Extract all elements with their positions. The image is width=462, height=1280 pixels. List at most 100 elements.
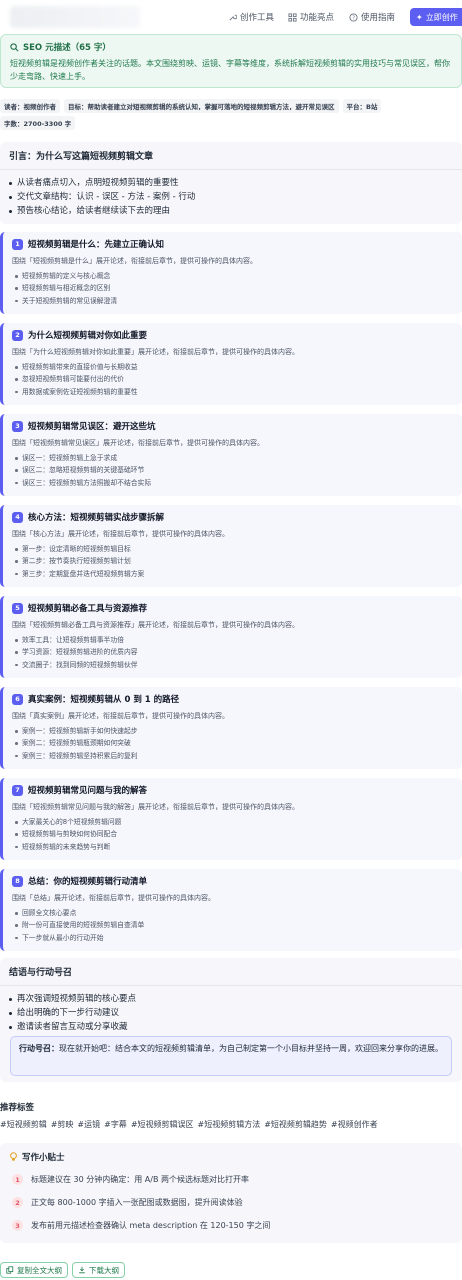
tip-item: 1 标题建议在 30 分钟内确定：用 A/B 两个候选标题对比打开率 bbox=[12, 1174, 249, 1185]
tag[interactable]: #短视频剪辑误区 bbox=[131, 1119, 194, 1130]
list-item: 效率工具：让短视频剪辑事半功倍 bbox=[15, 634, 453, 646]
meta-platform: 平台：B站 bbox=[342, 99, 382, 113]
copy-outline-button[interactable]: 复制全文大纲 bbox=[0, 1262, 68, 1278]
wrench-icon bbox=[229, 14, 237, 21]
list-item: 误区二：忽略短视频剪辑的关键基础环节 bbox=[15, 464, 453, 476]
section-description: 围绕「为什么短视频剪辑对你如此重要」展开论述，衔接前后章节，提供可操作的具体内容… bbox=[12, 348, 299, 356]
sparkle-icon: ✦ bbox=[416, 12, 423, 22]
divider bbox=[0, 985, 462, 986]
tag[interactable]: #字幕 bbox=[104, 1119, 127, 1130]
list-item: 再次强调短视频剪辑的核心要点 bbox=[9, 992, 462, 1006]
nav-guide[interactable]: ? 使用指南 bbox=[349, 11, 395, 23]
tip-text: 发布前用元描述检查器确认 meta description 在 120-150 … bbox=[31, 1221, 271, 1230]
list-item: 回顾全文核心要点 bbox=[15, 907, 453, 919]
section-points: 案例一：短视频剪辑新手如何快速起步 案例二：短视频剪辑瓶颈期如何突破 案例三：短… bbox=[12, 725, 453, 762]
cta-label: 行动号召： bbox=[19, 1044, 59, 1053]
section-description: 围绕「短视频剪辑常见问题与我的解答」展开论述，衔接前后章节，提供可操作的具体内容… bbox=[12, 803, 299, 811]
section-number-badge: 4 bbox=[12, 511, 23, 523]
list-item: 邀请读者留言互动或分享收藏 bbox=[9, 1020, 462, 1034]
list-item: 第三步：定期复盘并迭代短视频剪辑方案 bbox=[15, 568, 453, 580]
list-item: 用数据或案例佐证短视频剪辑的重要性 bbox=[15, 386, 453, 398]
list-item: 下一步就从最小的行动开始 bbox=[15, 932, 453, 944]
tip-number-badge: 1 bbox=[12, 1174, 23, 1185]
create-now-button[interactable]: ✦ 立即创作 bbox=[410, 8, 462, 26]
seo-header: SEO 元描述（65 字） bbox=[10, 41, 452, 53]
section-title: 核心方法：短视频剪辑实战步骤拆解 bbox=[28, 513, 165, 523]
tip-number-badge: 2 bbox=[12, 1197, 23, 1208]
nav-tools[interactable]: 创作工具 bbox=[228, 11, 274, 23]
section-title: 短视频剪辑常见误区：避开这些坑 bbox=[28, 422, 156, 432]
section-number-badge: 1 bbox=[12, 238, 23, 250]
list-item: 大家最关心的8个短视频剪辑问题 bbox=[15, 816, 453, 828]
section-points: 回顾全文核心要点 附一份可直接使用的短视频剪辑自查清单 下一步就从最小的行动开始 bbox=[12, 907, 453, 944]
meta-row: 读者：视频创作者 目标：帮助读者建立对短视频剪辑的系统认知，掌握可落地的短视频剪… bbox=[0, 99, 462, 113]
section-description: 围绕「短视频剪辑必备工具与资源推荐」展开论述，衔接前后章节，提供可操作的具体内容… bbox=[12, 621, 299, 629]
copy-outline-label: 复制全文大纲 bbox=[17, 1265, 62, 1275]
conclusion-card: 结语与行动号召 再次强调短视频剪辑的核心要点 给出明确的下一步行动建议 邀请读者… bbox=[0, 958, 462, 1082]
section-points: 误区一：短视频剪辑上急于求成 误区二：忽略短视频剪辑的关键基础环节 误区三：短视… bbox=[12, 452, 453, 489]
list-item: 忽视短视频剪辑可能要付出的代价 bbox=[15, 373, 453, 385]
list-item: 学习资源：短视频剪辑进阶的优质内容 bbox=[15, 646, 453, 658]
list-item: 给出明确的下一步行动建议 bbox=[9, 1006, 462, 1020]
section-points: 短视频剪辑的定义与核心概念 短视频剪辑与相近概念的区别 关于短视频剪辑的常见误解… bbox=[12, 270, 453, 307]
tip-number-badge: 3 bbox=[12, 1220, 23, 1231]
tag[interactable]: #短视频剪辑 bbox=[0, 1119, 47, 1130]
svg-text:?: ? bbox=[352, 15, 355, 21]
tag[interactable]: #短视频剪辑方法 bbox=[198, 1119, 261, 1130]
download-icon bbox=[79, 1266, 85, 1274]
tag[interactable]: #剪映 bbox=[51, 1119, 74, 1130]
list-item: 关于短视频剪辑的常见误解澄清 bbox=[15, 295, 453, 307]
section-header: 3 短视频剪辑常见误区：避开这些坑 bbox=[12, 420, 453, 432]
section-description: 围绕「总结」展开论述，衔接前后章节，提供可操作的具体内容。 bbox=[12, 894, 215, 902]
list-item: 附一份可直接使用的短视频剪辑自查清单 bbox=[15, 919, 453, 931]
cta-text: 现在就开始吧：结合本文的短视频剪辑清单，为自己制定第一个小目标并坚持一周，欢迎回… bbox=[59, 1044, 443, 1053]
tag[interactable]: #视频创作者 bbox=[331, 1119, 378, 1130]
grid-icon bbox=[288, 12, 297, 22]
section-number-badge: 6 bbox=[12, 693, 23, 705]
section-header: 1 短视频剪辑是什么：先建立正确认知 bbox=[12, 238, 453, 250]
copy-icon bbox=[6, 1266, 14, 1274]
section-points: 第一步：设定清晰的短视频剪辑目标 第二步：按节奏执行短视频剪辑计划 第三步：定期… bbox=[12, 543, 453, 580]
download-outline-label: 下载大纲 bbox=[89, 1265, 119, 1275]
tags-title: 推荐标签 bbox=[0, 1103, 35, 1113]
list-item: 案例二：短视频剪辑瓶颈期如何突破 bbox=[15, 737, 453, 749]
section-header: 5 短视频剪辑必备工具与资源推荐 bbox=[12, 602, 453, 614]
list-item: 案例三：短视频剪辑坚持积累后的复利 bbox=[15, 750, 453, 762]
section-number-badge: 7 bbox=[12, 784, 23, 796]
list-item: 预告核心结论，给读者继续读下去的理由 bbox=[9, 204, 462, 218]
list-item: 短视频剪辑带来的直接价值与长期收益 bbox=[15, 361, 453, 373]
outline-section-8: 8 总结：你的短视频剪辑行动清单 围绕「总结」展开论述，衔接前后章节，提供可操作… bbox=[0, 869, 462, 951]
tip-item: 3 发布前用元描述检查器确认 meta description 在 120-15… bbox=[12, 1220, 270, 1231]
conclusion-title: 结语与行动号召 bbox=[9, 968, 73, 978]
section-title: 真实案例：短视频剪辑从 0 到 1 的路径 bbox=[28, 695, 180, 705]
section-title: 短视频剪辑是什么：先建立正确认知 bbox=[28, 240, 165, 250]
section-description: 围绕「短视频剪辑是什么」展开论述，衔接前后章节，提供可操作的具体内容。 bbox=[12, 257, 257, 265]
tag[interactable]: #运镜 bbox=[77, 1119, 100, 1130]
list-item: 案例一：短视频剪辑新手如何快速起步 bbox=[15, 725, 453, 737]
list-item: 交代文章结构：认识 - 误区 - 方法 - 案例 - 行动 bbox=[9, 190, 462, 204]
nav-features[interactable]: 功能亮点 bbox=[288, 11, 334, 23]
section-header: 8 总结：你的短视频剪辑行动清单 bbox=[12, 875, 453, 887]
writing-tips-card: 写作小贴士 1 标题建议在 30 分钟内确定：用 A/B 两个候选标题对比打开率… bbox=[0, 1143, 462, 1243]
tip-text: 标题建议在 30 分钟内确定：用 A/B 两个候选标题对比打开率 bbox=[31, 1175, 250, 1184]
section-description: 围绕「真实案例」展开论述，衔接前后章节，提供可操作的具体内容。 bbox=[12, 712, 229, 720]
section-title: 总结：你的短视频剪辑行动清单 bbox=[28, 877, 148, 887]
conclusion-list: 再次强调短视频剪辑的核心要点 给出明确的下一步行动建议 邀请读者留言互动或分享收… bbox=[0, 992, 462, 1034]
section-number-badge: 3 bbox=[12, 420, 23, 432]
list-item: 短视频剪辑与剪映如何协同配合 bbox=[15, 828, 453, 840]
nav-features-label: 功能亮点 bbox=[300, 13, 335, 23]
list-item: 短视频剪辑的定义与核心概念 bbox=[15, 270, 453, 282]
section-header: 7 短视频剪辑常见问题与我的解答 bbox=[12, 784, 453, 796]
outline-section-7: 7 短视频剪辑常见问题与我的解答 围绕「短视频剪辑常见问题与我的解答」展开论述，… bbox=[0, 778, 462, 860]
seo-text: 短视频剪辑是视频创作者关注的话题。本文围绕剪映、运镜、字幕等维度，系统拆解短视频… bbox=[10, 59, 450, 81]
intro-list: 从读者痛点切入，点明短视频剪辑的重要性 交代文章结构：认识 - 误区 - 方法 … bbox=[0, 176, 462, 218]
download-outline-button[interactable]: 下载大纲 bbox=[72, 1262, 125, 1278]
call-to-action-box: 行动号召：现在就开始吧：结合本文的短视频剪辑清单，为自己制定第一个小目标并坚持一… bbox=[10, 1036, 452, 1076]
outline-section-3: 3 短视频剪辑常见误区：避开这些坑 围绕「短视频剪辑常见误区」展开论述，衔接前后… bbox=[0, 414, 462, 496]
tag[interactable]: #短视频剪辑趋势 bbox=[264, 1119, 327, 1130]
meta-words: 字数：2700-3300 字 bbox=[0, 116, 76, 130]
nav-guide-label: 使用指南 bbox=[361, 13, 396, 23]
section-description: 围绕「短视频剪辑常见误区」展开论述，衔接前后章节，提供可操作的具体内容。 bbox=[12, 439, 264, 447]
section-description: 围绕「核心方法」展开论述，衔接前后章节，提供可操作的具体内容。 bbox=[12, 530, 229, 538]
outline-section-1: 1 短视频剪辑是什么：先建立正确认知 围绕「短视频剪辑是什么」展开论述，衔接前后… bbox=[0, 232, 462, 314]
